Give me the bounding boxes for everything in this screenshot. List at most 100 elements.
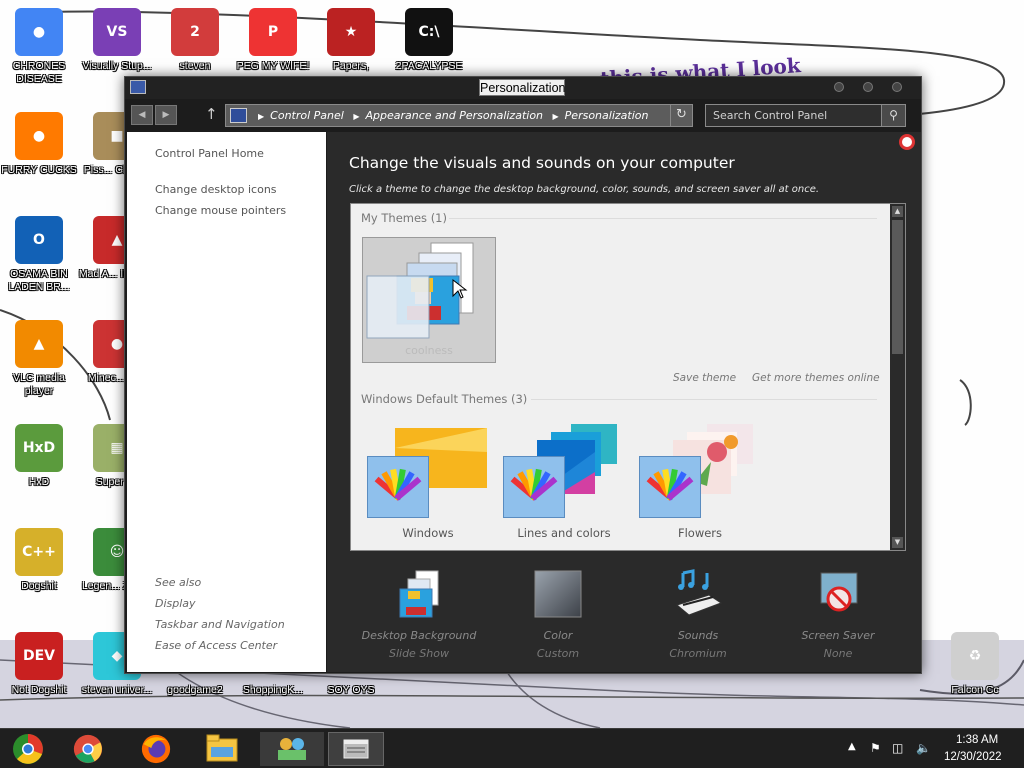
bottom-item-name: Sounds <box>677 629 719 642</box>
desktop-icon[interactable]: ● CHRONES DISEASE <box>0 8 78 86</box>
page-title: Change the visuals and sounds on your co… <box>349 154 735 172</box>
theme-windows[interactable]: Windows <box>363 422 493 542</box>
desktop-icon[interactable]: HxD HxD <box>0 424 78 489</box>
desktop-icon[interactable]: VS Visually Stup... <box>78 8 156 73</box>
steven-icon: 2 <box>171 8 219 56</box>
desktop-icon[interactable]: C:\ 2PACALYPSE <box>390 8 468 73</box>
page-subtitle: Click a theme to change the desktop back… <box>349 184 820 195</box>
bottom-item-name: Screen Saver <box>801 629 875 642</box>
up-arrow-icon[interactable]: ↑ <box>205 105 218 123</box>
close-button[interactable] <box>892 82 902 92</box>
desktop-icon[interactable]: C++ Dogshit <box>0 528 78 593</box>
peg-icon: P <box>249 8 297 56</box>
address-row: ◀ ▶ ↑ ▶ Control Panel ▶ Appearance and Per… <box>125 103 921 129</box>
cmd-icon: C:\ <box>405 8 453 56</box>
scrollbar[interactable]: ▲ ▼ <box>890 204 905 550</box>
main-pane: Change the visuals and sounds on your co… <box>327 132 921 672</box>
window-title: Personalization <box>479 79 566 96</box>
back-button[interactable]: ◀ <box>131 105 153 125</box>
volume-icon[interactable]: 🔈 <box>916 741 931 755</box>
address-bar[interactable]: ▶ Control Panel ▶ Appearance and Personali… <box>225 104 693 127</box>
desktop-icon-label: Dogshit <box>21 580 57 592</box>
breadcrumb-control-panel[interactable]: Control Panel <box>270 109 344 122</box>
start-icon <box>13 734 43 764</box>
control-panel-home-link[interactable]: Control Panel Home <box>155 147 264 160</box>
minimize-button[interactable] <box>834 82 844 92</box>
see-also-title: See also <box>155 576 202 589</box>
desktop-icon[interactable]: ♻ Falcon Cc <box>936 632 1014 697</box>
desktop-icon[interactable]: ★ Papers, <box>312 8 390 73</box>
personalization-window: Personalization ◀ ▶ ↑ ▶ Control Panel ▶ Ap… <box>124 76 922 674</box>
color-palette-icon <box>639 456 701 518</box>
sounds-keyboard-icon <box>675 569 723 616</box>
desktop-icon-label: SOY OYS <box>327 684 375 696</box>
forward-button[interactable]: ▶ <box>155 105 177 125</box>
active-window-icon <box>343 739 369 759</box>
desktop-icon[interactable]: ● FURRY CUCKS <box>0 112 78 177</box>
scroll-down-icon[interactable]: ▼ <box>892 537 903 548</box>
desktop-icon[interactable]: DEV Not Dogshit <box>0 632 78 697</box>
get-more-themes-link[interactable]: Get more themes online <box>752 372 880 384</box>
color-palette-icon <box>367 456 429 518</box>
taskbar-personalization-window[interactable] <box>328 732 384 766</box>
desktop-icon-label: ShoppingK... <box>242 684 304 696</box>
search-input[interactable] <box>706 105 881 126</box>
desktop-icon[interactable]: ▲ VLC media player <box>0 320 78 398</box>
search-icon[interactable]: ⚲ <box>881 105 905 126</box>
visual-studio-icon: VS <box>93 8 141 56</box>
desktop-icon-label: Visually Stup... <box>82 60 152 72</box>
taskbar-firefox[interactable] <box>130 732 182 766</box>
ease-of-access-link[interactable]: Ease of Access Center <box>155 639 277 652</box>
control-panel-icon <box>130 80 146 94</box>
search-box: ⚲ <box>705 104 906 127</box>
clock-date[interactable]: 12/30/2022 <box>944 751 1002 763</box>
title-bar[interactable]: Personalization <box>125 77 921 99</box>
chrome-icon: ● <box>15 8 63 56</box>
change-mouse-pointers-link[interactable]: Change mouse pointers <box>155 204 286 217</box>
desktop-icon[interactable]: 2 steven <box>156 8 234 73</box>
screen-saver-button[interactable]: Screen Saver None <box>778 569 898 660</box>
taskbar-chrome[interactable] <box>62 732 114 766</box>
help-icon[interactable] <box>899 134 915 150</box>
action-center-flag-icon[interactable]: ⚑ <box>870 741 881 755</box>
sounds-button[interactable]: Sounds Chromium <box>638 569 758 660</box>
system-tray: ▲ ⚑ ◫ 🔈 1:38 AM 12/30/2022 <box>844 729 1024 768</box>
bottom-item-value: Chromium <box>669 647 727 660</box>
desktop-icon[interactable]: P PEG MY WIFE! <box>234 8 312 73</box>
start-button[interactable] <box>2 732 54 766</box>
taskbar-file-explorer[interactable] <box>196 732 248 766</box>
color-swatch-icon <box>534 570 582 618</box>
save-theme-link[interactable]: Save theme <box>673 372 736 384</box>
desktop-icon-label: Falcon Cc <box>951 684 999 696</box>
desktop-icon[interactable]: O OSAMA BIN LADEN BR... <box>0 216 78 294</box>
desktop-background-button[interactable]: Desktop Background Slide Show <box>359 569 479 660</box>
theme-lines-and-colors[interactable]: Lines and colors <box>499 422 629 542</box>
show-hidden-icons-icon[interactable]: ▲ <box>848 741 856 752</box>
papers-icon: ★ <box>327 8 375 56</box>
change-desktop-icons-link[interactable]: Change desktop icons <box>155 183 277 196</box>
desktop-icon-label: FURRY CUCKS <box>1 164 77 176</box>
cpp-icon: C++ <box>15 528 63 576</box>
screen-saver-icon <box>820 572 858 612</box>
desktop-icon-label: PEG MY WIFE! <box>236 60 310 72</box>
bottom-item-name: Color <box>543 629 573 642</box>
chevron-right-icon: ▶ <box>353 112 360 121</box>
left-nav-pane: Control Panel Home Change desktop icons … <box>127 132 326 672</box>
refresh-icon[interactable]: ↻ <box>670 105 692 126</box>
scroll-up-icon[interactable]: ▲ <box>892 206 903 217</box>
breadcrumb-appearance[interactable]: Appearance and Personalization <box>365 109 543 122</box>
display-link[interactable]: Display <box>155 597 196 610</box>
scroll-thumb[interactable] <box>892 220 903 354</box>
network-icon[interactable]: ◫ <box>892 741 903 755</box>
breadcrumb-personalization[interactable]: Personalization <box>565 109 649 122</box>
desktop-icon-label: goodgame2 <box>167 684 223 696</box>
breadcrumb: ▶ Control Panel ▶ Appearance and Personali… <box>252 109 648 122</box>
clock-time[interactable]: 1:38 AM <box>956 734 998 746</box>
my-theme-tile[interactable]: coolness <box>362 237 496 363</box>
desktop-icon-label: steven univer... <box>81 684 153 696</box>
taskbar-control-panel[interactable] <box>260 732 324 766</box>
taskbar-navigation-link[interactable]: Taskbar and Navigation <box>155 618 285 631</box>
color-button[interactable]: Color Custom <box>498 569 618 660</box>
maximize-button[interactable] <box>863 82 873 92</box>
theme-flowers[interactable]: Flowers <box>635 422 765 542</box>
